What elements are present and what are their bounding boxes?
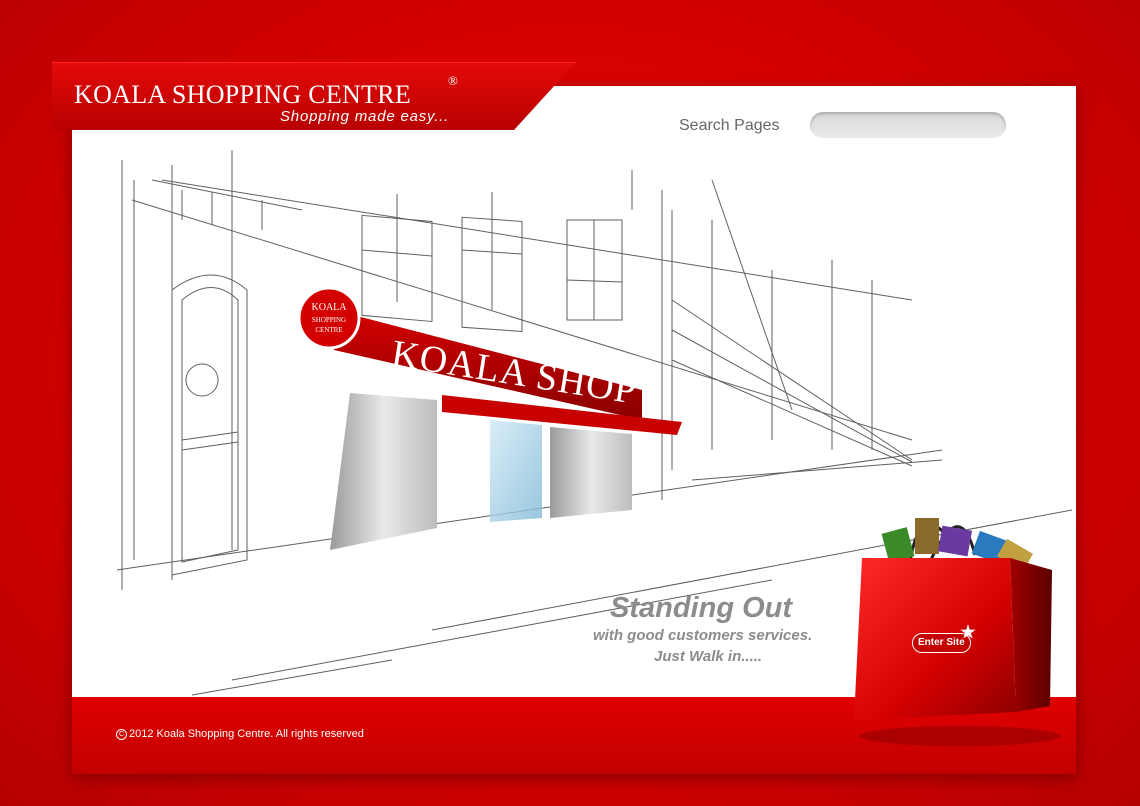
round-sign-line-3: CENTRE [315,326,342,334]
tagline: Shopping made easy... [280,108,450,125]
subheadline-1: with good customers services. [593,627,813,644]
copyright: C 2012 Koala Shopping Centre. All rights … [116,728,364,740]
subheadline-2: Just Walk in..... [654,648,763,665]
search-label: Search Pages [679,117,780,134]
enter-site-button[interactable]: Enter Site [912,633,971,653]
registered-mark: ® [448,73,458,88]
site-logo[interactable]: KOALA SHOPPING CENTRE [74,80,411,110]
copyright-icon: C [116,728,127,740]
round-sign-line-2: SHOPPING [312,316,346,324]
search-input[interactable] [810,112,1006,138]
round-sign-line-1: KOALA [312,302,348,313]
shopping-bag-icon[interactable] [840,500,1070,750]
copyright-text: 2012 Koala Shopping Centre. All rights r… [129,728,364,740]
headline: Standing Out [610,592,793,624]
